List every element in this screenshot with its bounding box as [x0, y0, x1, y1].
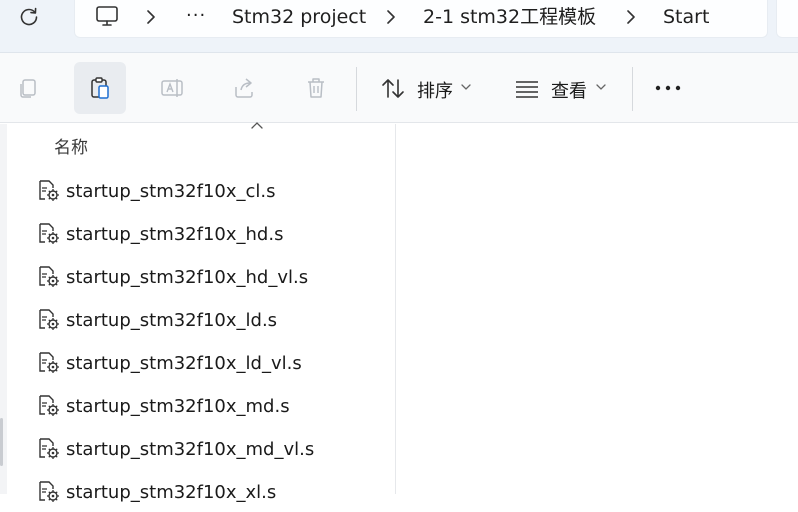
file-name: startup_stm32f10x_hd.s	[66, 223, 284, 245]
asm-file-icon	[39, 180, 59, 201]
file-name: startup_stm32f10x_cl.s	[66, 180, 276, 202]
list-item[interactable]: startup_stm32f10x_md_vl.s	[30, 429, 390, 469]
address-bar: ··· Stm32 project 2-1 stm32工程模板 Start	[0, 0, 798, 52]
list-item[interactable]: startup_stm32f10x_xl.s	[30, 472, 390, 512]
view-label[interactable]: 查看	[551, 77, 587, 103]
file-name: startup_stm32f10x_hd_vl.s	[66, 266, 309, 288]
chevron-right-icon[interactable]	[383, 9, 399, 25]
more-options-button[interactable]	[642, 62, 694, 114]
delete-icon	[308, 78, 324, 98]
file-name: startup_stm32f10x_xl.s	[66, 481, 277, 503]
sort-ascending-icon	[251, 122, 263, 129]
paste-icon	[91, 77, 109, 99]
list-item[interactable]: startup_stm32f10x_hd_vl.s	[30, 257, 390, 297]
computer-icon[interactable]	[94, 3, 120, 29]
toolbar-divider	[632, 67, 633, 111]
asm-file-icon	[39, 438, 59, 459]
asm-file-icon	[39, 309, 59, 330]
breadcrumb-item-project[interactable]: Stm32 project	[232, 4, 366, 30]
chevron-down-icon	[596, 84, 606, 90]
list-item[interactable]: startup_stm32f10x_hd.s	[30, 214, 390, 254]
toolbar-divider	[356, 67, 357, 111]
list-item[interactable]: startup_stm32f10x_md.s	[30, 386, 390, 426]
list-item[interactable]: startup_stm32f10x_ld.s	[30, 300, 390, 340]
sort-icon	[382, 79, 404, 98]
rename-button[interactable]	[146, 62, 198, 114]
refresh-icon	[20, 7, 38, 26]
copy-icon	[20, 79, 36, 98]
asm-file-icon	[39, 395, 59, 416]
asm-file-icon	[39, 481, 59, 502]
share-icon	[235, 78, 253, 98]
share-button[interactable]	[218, 62, 270, 114]
file-name: startup_stm32f10x_md.s	[66, 395, 290, 417]
paste-button[interactable]	[74, 62, 126, 114]
breadcrumb-overflow[interactable]: ···	[186, 5, 206, 26]
breadcrumb-item-start[interactable]: Start	[663, 4, 709, 30]
asm-file-icon	[39, 352, 59, 373]
file-name: startup_stm32f10x_ld.s	[66, 309, 278, 331]
column-header-name[interactable]: 名称	[54, 133, 88, 158]
asm-file-icon	[39, 266, 59, 287]
details-area	[397, 124, 798, 494]
breadcrumb-item-template[interactable]: 2-1 stm32工程模板	[423, 4, 596, 30]
list-item[interactable]: startup_stm32f10x_cl.s	[30, 171, 390, 211]
delete-button[interactable]	[290, 62, 342, 114]
more-icon	[655, 85, 681, 91]
asm-file-icon	[39, 223, 59, 244]
chevron-right-icon[interactable]	[143, 9, 159, 25]
copy-button[interactable]	[2, 62, 54, 114]
sort-label[interactable]: 排序	[417, 77, 453, 103]
search-box[interactable]	[776, 0, 798, 38]
list-item[interactable]: startup_stm32f10x_ld_vl.s	[30, 343, 390, 383]
nav-scrollbar-thumb[interactable]	[0, 418, 3, 466]
command-toolbar: 排序 查看	[0, 53, 798, 123]
chevron-down-icon	[461, 84, 471, 90]
file-name: startup_stm32f10x_md_vl.s	[66, 438, 315, 460]
refresh-button[interactable]	[10, 0, 48, 34]
rename-icon	[161, 79, 183, 97]
file-name: startup_stm32f10x_ld_vl.s	[66, 352, 302, 374]
chevron-right-icon[interactable]	[623, 9, 639, 25]
view-icon	[516, 81, 538, 98]
